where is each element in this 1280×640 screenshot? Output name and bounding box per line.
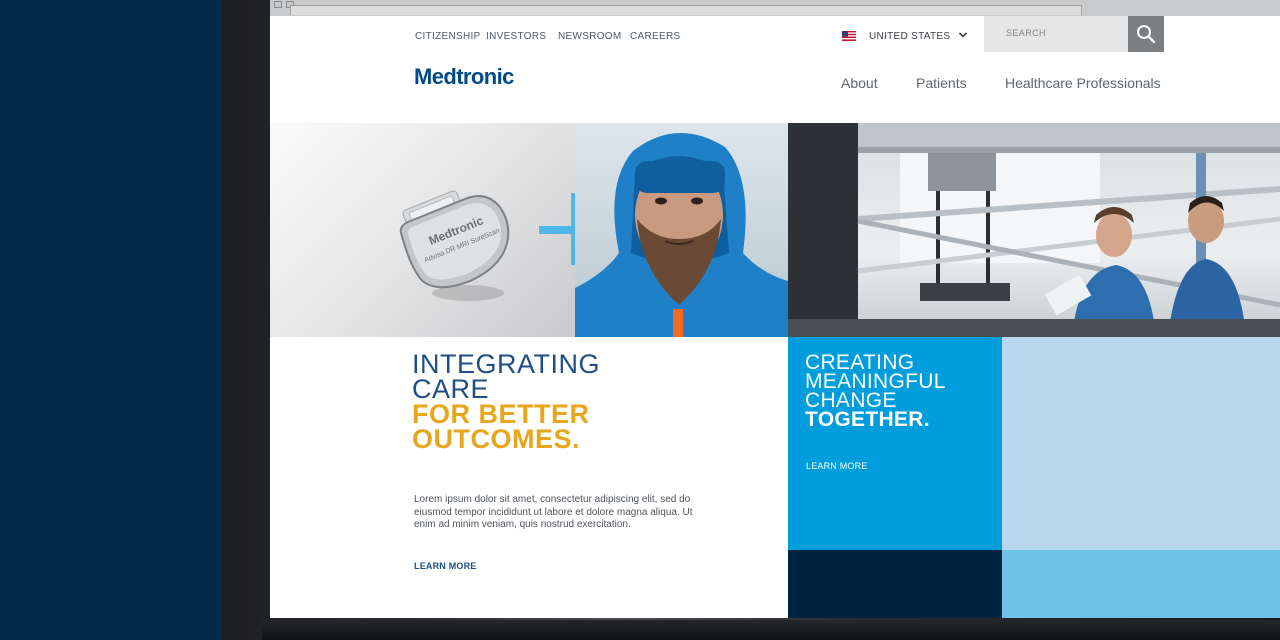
browser-tab-bar <box>270 0 1280 16</box>
window-icon[interactable] <box>274 1 282 8</box>
tile-heading-emphasis: TOGETHER. <box>805 408 930 431</box>
main-nav-about[interactable]: About <box>841 75 878 91</box>
medtronic-logo[interactable]: Medtronic <box>414 64 514 90</box>
laboratory-image <box>788 123 1280 337</box>
sky-blue-tile <box>1002 550 1280 618</box>
main-nav-healthcare-professionals[interactable]: Healthcare Professionals <box>1005 75 1161 91</box>
search-placeholder: SEARCH <box>1006 28 1046 38</box>
tile-heading: CREATING MEANINGFUL CHANGE TOGETHER. <box>805 352 946 431</box>
patient-portrait-image <box>575 123 788 337</box>
nav-link-citizenship[interactable]: CITIZENSHIP <box>415 31 481 42</box>
feature-body-text: Lorem ipsum dolor sit amet, consectetur … <box>414 494 693 531</box>
search-input[interactable]: SEARCH <box>984 16 1128 52</box>
chevron-down-icon[interactable] <box>958 30 968 40</box>
monitor-bottom-edge <box>262 620 1280 640</box>
website-screen: CITIZENSHIP INVESTORS NEWSROOM CAREERS U… <box>270 0 1280 618</box>
left-background-panel <box>0 0 222 640</box>
nav-link-newsroom[interactable]: NEWSROOM <box>558 31 622 42</box>
pacemaker-image: Medtronic Advisa DR MRI SureScan <box>270 123 575 337</box>
feature-heading: INTEGRATING CARE FOR BETTER OUTCOMES. <box>412 351 600 454</box>
us-flag-icon <box>842 31 856 41</box>
dark-navy-tile <box>788 550 1002 618</box>
feature-heading-highlight: OUTCOMES. <box>412 424 581 454</box>
search-button[interactable] <box>1128 16 1164 52</box>
browser-tab[interactable] <box>290 5 1082 15</box>
main-nav-patients[interactable]: Patients <box>916 75 967 91</box>
nav-link-careers[interactable]: CAREERS <box>630 31 680 42</box>
cta-tile[interactable]: CREATING MEANINGFUL CHANGE TOGETHER. LEA… <box>788 337 1002 550</box>
country-selector-label[interactable]: UNITED STATES <box>869 31 950 42</box>
feature-learn-more-link[interactable]: LEARN MORE <box>414 561 477 571</box>
tile-learn-more-link[interactable]: LEARN MORE <box>806 461 868 471</box>
search-icon <box>1137 25 1156 44</box>
nav-link-investors[interactable]: INVESTORS <box>486 31 546 42</box>
light-blue-tile <box>1002 337 1280 550</box>
